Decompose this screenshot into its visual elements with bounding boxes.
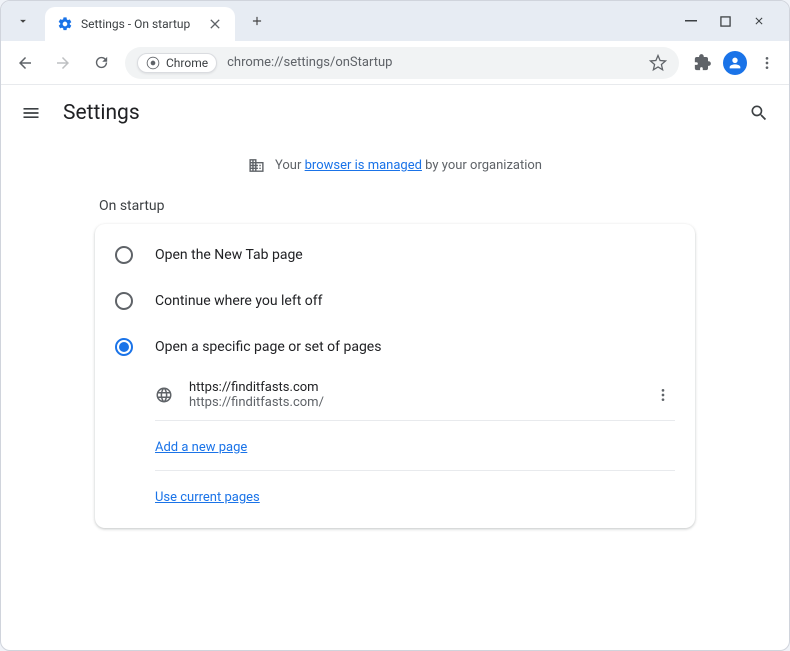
close-icon[interactable]: [207, 16, 223, 32]
add-page-link[interactable]: Add a new page: [155, 440, 247, 455]
gear-icon: [57, 16, 73, 32]
page-entry-title: https://finditfasts.com: [189, 380, 639, 395]
browser-menu-button[interactable]: [759, 55, 775, 71]
bookmark-button[interactable]: [649, 54, 667, 72]
plus-icon: [250, 14, 264, 28]
profile-avatar[interactable]: [723, 51, 747, 75]
chrome-logo-icon: [146, 56, 160, 70]
page-entry-menu[interactable]: [655, 387, 675, 403]
use-current-link[interactable]: Use current pages: [155, 490, 260, 505]
browser-toolbar: Chrome chrome://settings/onStartup: [1, 41, 789, 85]
radio-icon: [115, 246, 133, 264]
managed-banner: Your browser is managed by your organiza…: [1, 149, 789, 192]
option-label: Open the New Tab page: [155, 247, 303, 263]
add-page-row: Add a new page: [155, 421, 675, 471]
back-button[interactable]: [11, 49, 39, 77]
option-label: Continue where you left off: [155, 293, 323, 309]
startup-card: Open the New Tab page Continue where you…: [95, 224, 695, 528]
person-icon: [727, 55, 743, 71]
option-new-tab[interactable]: Open the New Tab page: [95, 232, 695, 278]
more-vert-icon: [655, 387, 671, 403]
extensions-button[interactable]: [693, 54, 711, 72]
managed-text: Your browser is managed by your organiza…: [275, 158, 542, 173]
url-text: chrome://settings/onStartup: [227, 55, 392, 70]
radio-icon-selected: [115, 338, 133, 356]
chevron-down-icon: [16, 14, 30, 28]
hamburger-icon: [21, 103, 41, 123]
globe-icon: [155, 386, 173, 404]
browser-window: Settings - On startup Chrome chrome://se…: [0, 0, 790, 651]
startup-page-entry: https://finditfasts.com https://finditfa…: [155, 370, 675, 421]
more-vert-icon: [759, 55, 775, 71]
page-entry-url: https://finditfasts.com/: [189, 395, 639, 410]
option-continue[interactable]: Continue where you left off: [95, 278, 695, 324]
address-bar[interactable]: Chrome chrome://settings/onStartup: [125, 47, 679, 79]
site-chip-label: Chrome: [166, 56, 208, 70]
close-window-button[interactable]: [751, 13, 767, 29]
active-tab[interactable]: Settings - On startup: [45, 7, 235, 41]
section-title: On startup: [1, 192, 789, 224]
page-title: Settings: [63, 101, 140, 125]
use-current-row: Use current pages: [155, 471, 675, 520]
startup-pages-list: https://finditfasts.com https://finditfa…: [95, 370, 695, 520]
forward-button[interactable]: [49, 49, 77, 77]
settings-content: Your browser is managed by your organiza…: [1, 141, 789, 528]
radio-icon: [115, 292, 133, 310]
site-info-chip[interactable]: Chrome: [137, 53, 217, 73]
settings-header: Settings: [1, 85, 789, 141]
tab-strip: Settings - On startup: [1, 1, 789, 41]
search-icon: [749, 103, 769, 123]
minimize-button[interactable]: [683, 13, 699, 29]
menu-button[interactable]: [21, 103, 41, 123]
reload-button[interactable]: [87, 49, 115, 77]
search-button[interactable]: [749, 103, 769, 123]
option-label: Open a specific page or set of pages: [155, 339, 381, 355]
tab-search-dropdown[interactable]: [9, 7, 37, 35]
window-controls: [683, 13, 781, 29]
tab-title: Settings - On startup: [81, 17, 199, 31]
new-tab-button[interactable]: [243, 7, 271, 35]
managed-link[interactable]: browser is managed: [305, 158, 422, 173]
building-icon: [248, 157, 265, 174]
maximize-button[interactable]: [717, 13, 733, 29]
option-specific-pages[interactable]: Open a specific page or set of pages: [95, 324, 695, 370]
